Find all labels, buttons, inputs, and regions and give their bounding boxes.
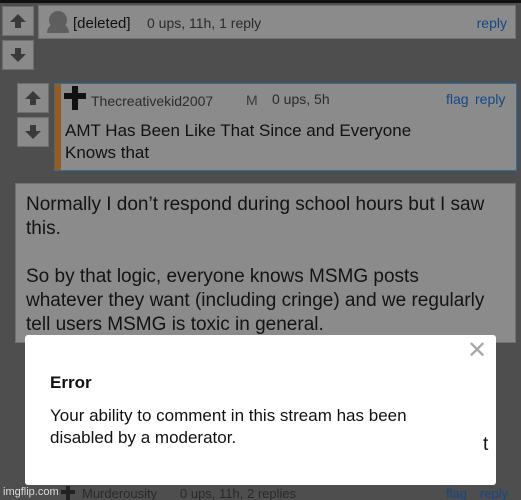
downvote-button[interactable] [17,117,49,147]
watermark: imgflip.com [3,486,59,498]
comment-author[interactable]: Murderousity [82,486,157,500]
comment-meta: 0 ups, 11h, 2 replies [180,486,297,500]
reply-link[interactable]: reply [477,15,507,31]
reply-link[interactable]: reply [475,91,505,107]
top-border [0,0,521,3]
arrow-down-icon [25,125,41,139]
comment-reply: Thecreativekid2007 M 0 ups, 5h flag repl… [54,83,517,171]
dialog-title: Error [50,373,92,392]
reply-stripe [55,84,61,170]
comment-next: Murderousity 0 ups, 11h, 2 replies flag … [0,484,521,500]
flag-link[interactable]: flag [446,91,469,107]
comment-author[interactable]: Thecreativekid2007 [91,93,213,109]
dialog-message: Your ability to comment in this stream h… [50,406,407,447]
comment-author[interactable]: [deleted] [73,15,131,32]
arrow-up-icon [25,91,41,105]
flag-link[interactable]: flag [446,486,467,500]
comment-meta: 0 ups, 5h [272,91,330,107]
comment-text: AMT Has Been Like That Since and Everyon… [65,121,412,162]
comment-meta: 0 ups, 11h, 1 reply [147,15,262,31]
cross-avatar-icon [61,486,75,500]
comment-paragraph: Normally I don’t respond during school h… [26,194,485,239]
upvote-button[interactable] [2,6,34,36]
reply-link[interactable]: reply [480,486,508,500]
downvote-button[interactable] [2,40,34,70]
avatar-placeholder-icon [47,11,69,33]
arrow-up-icon [10,14,26,28]
error-dialog: ✕ Error Your ability to comment in this … [25,335,496,485]
mod-badge: M [246,92,258,108]
hidden-text-fragment: t [483,434,489,455]
comment-paragraph: So by that logic, everyone knows MSMG po… [26,266,485,335]
upvote-button[interactable] [17,83,49,113]
arrow-down-icon [10,48,26,62]
comment-deleted: [deleted] 0 ups, 11h, 1 reply reply [38,5,516,39]
close-icon[interactable]: ✕ [466,339,488,363]
cross-avatar-icon [64,86,86,110]
comment-text: Normally I don’t respond during school h… [26,193,486,337]
